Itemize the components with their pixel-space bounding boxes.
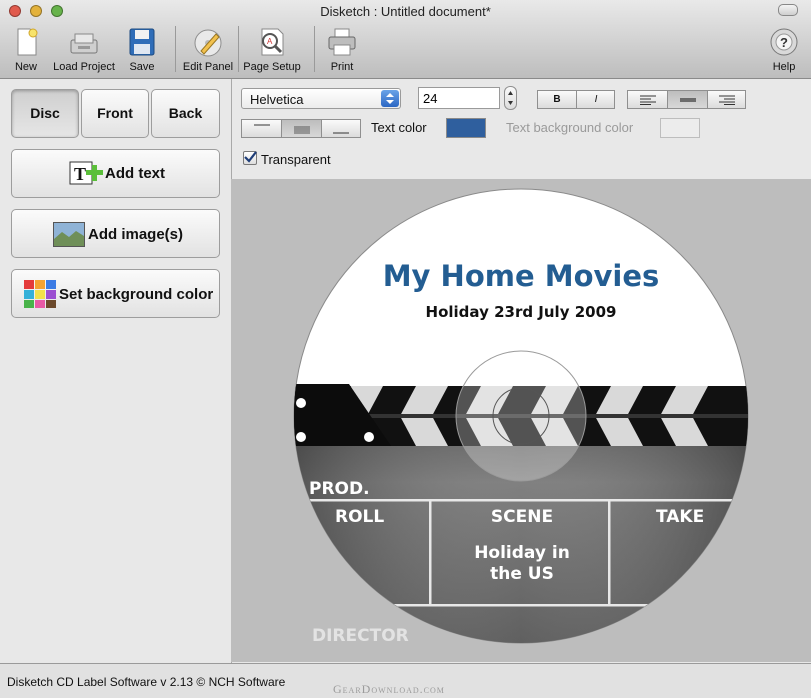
toolbar-separator [175, 26, 176, 72]
color-grid-icon [24, 280, 56, 308]
svg-text:A: A [267, 37, 273, 46]
font-size-input[interactable] [418, 87, 500, 109]
page-setup-icon: A [261, 28, 284, 56]
edit-panel-button[interactable]: Edit Panel [180, 24, 236, 76]
align-center-button[interactable] [668, 91, 708, 108]
add-text-button[interactable]: T Add text [11, 149, 220, 198]
add-image-label: Add image(s) [88, 226, 184, 243]
select-arrows-icon [386, 93, 394, 104]
disc-inner-ring [455, 350, 587, 482]
add-image-button[interactable]: Add image(s) [11, 209, 220, 258]
text-background-color-swatch [660, 118, 700, 138]
bold-button[interactable]: B [538, 91, 577, 108]
view-disc-button[interactable]: Disc [11, 89, 79, 138]
disc-title-text[interactable]: My Home Movies [361, 259, 681, 293]
clap-take-label: TAKE [656, 507, 705, 527]
window-title: Disketch : Untitled document* [320, 4, 491, 19]
add-image-icon [53, 222, 85, 247]
design-canvas[interactable]: My Home Movies Holiday 23rd July 2009 PR… [231, 179, 811, 662]
valign-middle-button[interactable] [282, 120, 322, 137]
clap-director-label: DIRECTOR [312, 626, 409, 646]
clap-scene-value-line1[interactable]: Holiday in [452, 543, 592, 563]
align-center-icon [679, 98, 696, 102]
svg-text:?: ? [780, 35, 788, 50]
align-right-icon [719, 95, 735, 105]
toolbar-separator [314, 26, 315, 72]
text-background-color-label: Text background color [506, 120, 634, 135]
printer-icon [328, 28, 356, 56]
valign-middle-icon [293, 126, 310, 134]
valign-top-icon [253, 124, 270, 126]
view-front-button[interactable]: Front [81, 89, 149, 138]
save-label: Save [129, 61, 155, 73]
font-select[interactable]: Helvetica [241, 88, 401, 109]
watermark-text: GearDownload.com [333, 682, 445, 696]
set-background-color-label: Set background color [59, 286, 214, 303]
text-style-segment: B I [537, 90, 615, 109]
align-left-icon [639, 95, 656, 105]
font-select-arrows[interactable] [381, 90, 399, 107]
stepper-arrows-icon [508, 91, 513, 105]
text-color-swatch[interactable] [446, 118, 486, 138]
horizontal-align-segment [627, 90, 746, 109]
page-setup-button[interactable]: A Page Setup [240, 24, 304, 76]
print-label: Print [330, 61, 354, 73]
clap-roll-label: ROLL [335, 507, 385, 527]
toolbar-toggle-button[interactable] [778, 4, 798, 16]
vertical-align-segment [241, 119, 361, 138]
page-setup-label: Page Setup [243, 61, 301, 73]
disc-subtitle-text[interactable]: Holiday 23rd July 2009 [361, 303, 681, 321]
clap-prod-label: PROD. [309, 479, 370, 499]
edit-panel-label: Edit Panel [182, 61, 234, 73]
font-select-value: Helvetica [250, 92, 304, 107]
transparent-label: Transparent [261, 152, 331, 167]
valign-bottom-icon [333, 132, 349, 134]
help-button[interactable]: ? Help [764, 24, 804, 76]
text-color-label: Text color [371, 120, 427, 135]
load-project-label: Load Project [53, 61, 115, 73]
edit-panel-icon [194, 29, 222, 57]
add-text-icon: T [69, 161, 103, 185]
new-button[interactable]: New [6, 24, 46, 76]
save-button[interactable]: Save [122, 24, 162, 76]
new-document-icon [17, 28, 38, 56]
set-background-color-button[interactable]: Set background color [11, 269, 220, 318]
valign-bottom-button[interactable] [322, 120, 360, 137]
svg-text:T: T [74, 164, 86, 184]
load-project-button[interactable]: Load Project [48, 24, 120, 76]
new-label: New [14, 61, 37, 73]
status-text: Disketch CD Label Software v 2.13 © NCH … [7, 675, 286, 689]
transparent-checkbox[interactable] [243, 151, 257, 165]
italic-button[interactable]: I [577, 91, 615, 108]
clap-scene-value-line2[interactable]: the US [452, 564, 592, 584]
disc-artwork[interactable] [231, 179, 811, 662]
toolbar-separator [238, 26, 239, 72]
help-label: Help [772, 61, 796, 73]
help-icon: ? [770, 28, 798, 56]
view-back-button[interactable]: Back [151, 89, 220, 138]
align-left-button[interactable] [628, 91, 668, 108]
clap-scene-label: SCENE [490, 507, 554, 527]
load-project-icon [70, 33, 98, 54]
valign-top-button[interactable] [242, 120, 282, 137]
toolbar: Disketch : Untitled document* New Load P… [0, 0, 811, 79]
align-right-button[interactable] [708, 91, 746, 108]
add-text-label: Add text [105, 165, 165, 182]
font-size-stepper[interactable] [504, 86, 517, 110]
print-button[interactable]: Print [320, 24, 364, 76]
floppy-disk-icon [129, 28, 155, 56]
checkmark-icon [244, 151, 257, 163]
status-bar: Disketch CD Label Software v 2.13 © NCH … [0, 663, 811, 698]
